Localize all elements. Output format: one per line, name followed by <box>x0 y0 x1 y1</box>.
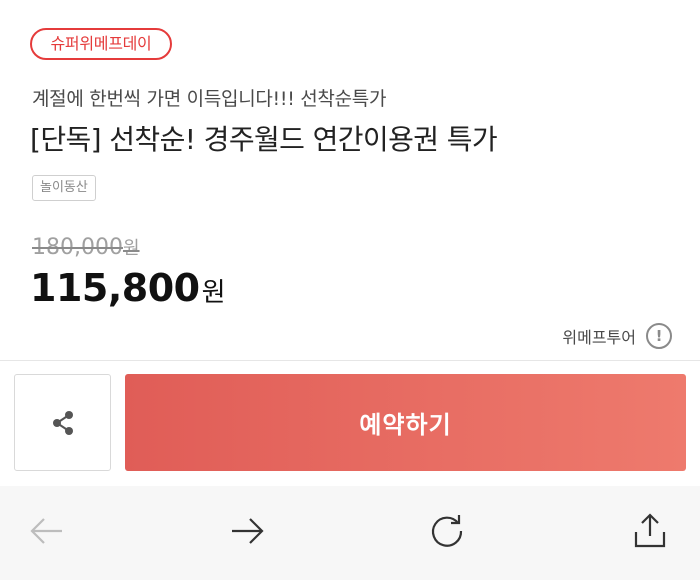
arrow-right-icon <box>232 518 264 544</box>
category-tag[interactable]: 놀이동산 <box>32 175 96 201</box>
reload-button[interactable] <box>422 506 472 556</box>
reserve-button[interactable]: 예약하기 <box>125 374 686 471</box>
original-price: 180,000원 <box>32 234 140 260</box>
sale-price-value: 115,800 <box>30 266 200 310</box>
product-title: [단독] 선착순! 경주월드 연간이용권 특가 <box>30 123 498 156</box>
original-price-value: 180,000 <box>32 235 123 260</box>
seller-info: 위메프투어 ! <box>562 323 672 349</box>
info-icon[interactable]: ! <box>646 323 672 349</box>
original-price-unit: 원 <box>122 238 140 259</box>
divider <box>0 360 700 361</box>
reload-icon <box>431 515 463 547</box>
sale-price: 115,800원 <box>30 266 226 310</box>
forward-button[interactable] <box>222 506 272 556</box>
page-share-button[interactable] <box>625 506 675 556</box>
arrow-left-icon <box>30 518 62 544</box>
share-icon <box>52 410 73 435</box>
browser-toolbar <box>0 486 700 580</box>
promo-badge: 슈퍼위메프데이 <box>30 28 172 60</box>
product-subtitle: 계절에 한번씩 가면 이득입니다!!! 선착순특가 <box>32 88 387 110</box>
share-button[interactable] <box>14 374 111 471</box>
back-button[interactable] <box>22 506 72 556</box>
seller-name: 위메프투어 <box>562 328 636 347</box>
sale-price-unit: 원 <box>201 278 226 308</box>
upload-share-icon <box>634 513 666 548</box>
